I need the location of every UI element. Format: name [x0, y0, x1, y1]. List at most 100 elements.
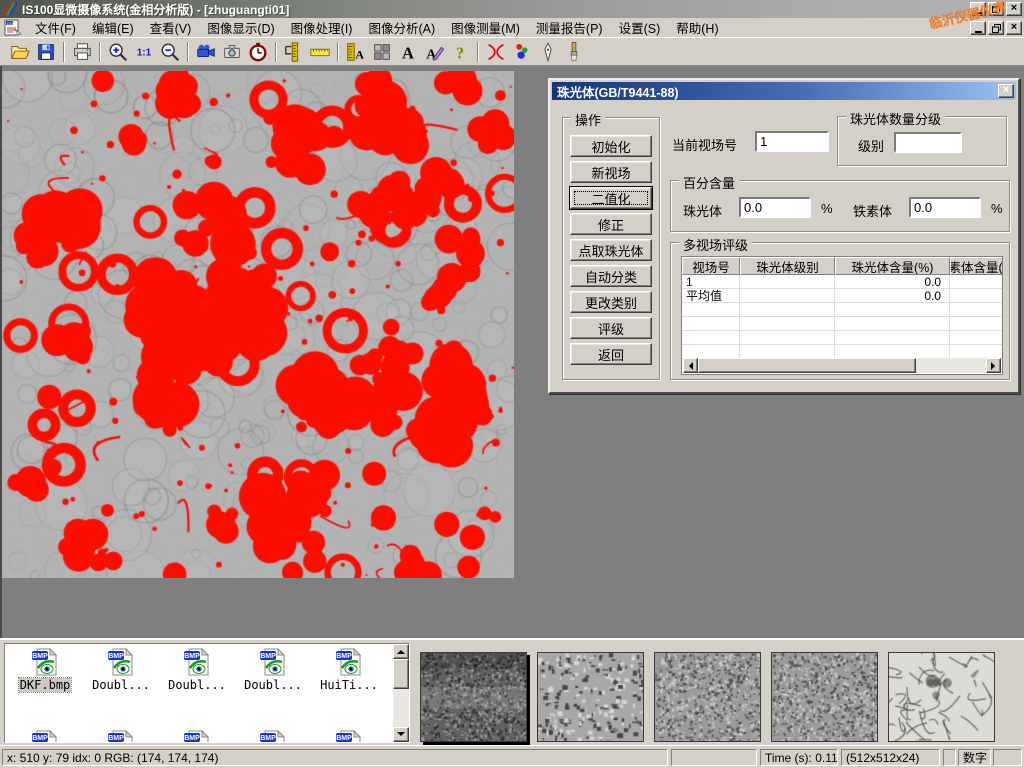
video-button[interactable]: [193, 40, 219, 64]
table-row-0[interactable]: 10.0: [682, 275, 1002, 289]
scroll-up-button[interactable]: [393, 644, 409, 659]
ruler-button[interactable]: [307, 40, 333, 64]
menu-item-measure-report[interactable]: 测量报告(P): [528, 15, 611, 40]
pen-button[interactable]: [535, 40, 561, 64]
file-item-row2[interactable]: BMP: [9, 729, 81, 743]
table-cell: [835, 303, 950, 317]
specimen-thumbnail-1[interactable]: [420, 652, 527, 742]
dialog-close-button[interactable]: ×: [998, 84, 1014, 98]
mdi-minimize-button[interactable]: [970, 21, 986, 35]
table-cell: [950, 317, 1003, 331]
print-button[interactable]: [69, 40, 95, 64]
menu-item-image-analysis[interactable]: 图像分析(A): [360, 15, 443, 40]
grade-level-input[interactable]: [894, 132, 962, 153]
actual-size-button[interactable]: 1:1: [131, 40, 157, 64]
pearlite-percent-input[interactable]: [739, 197, 811, 218]
table-hscrollbar[interactable]: [683, 358, 1001, 373]
file-item-row2[interactable]: BMP: [313, 729, 385, 743]
mdi-close-button[interactable]: ×: [1006, 21, 1022, 35]
menu-item-image-display[interactable]: 图像显示(D): [199, 15, 282, 40]
menu-item-view[interactable]: 查看(V): [142, 15, 200, 40]
menu-item-help[interactable]: 帮助(H): [668, 15, 726, 40]
pearlite-percent-unit: %: [821, 201, 833, 216]
correct-button[interactable]: 修正: [570, 213, 652, 235]
column-header-3[interactable]: 铁素体含量(%): [950, 257, 1003, 275]
menu-item-settings[interactable]: 设置(S): [611, 15, 669, 40]
specimen-thumbnail-3[interactable]: [654, 652, 761, 742]
hscroll-thumb[interactable]: [698, 358, 916, 373]
scroll-right-button[interactable]: [986, 358, 1001, 373]
grid-button[interactable]: [369, 40, 395, 64]
close-button[interactable]: ×: [1006, 2, 1022, 16]
caliper-button[interactable]: [281, 40, 307, 64]
binarize-button[interactable]: 二值化: [570, 187, 652, 209]
menu-item-image-processing[interactable]: 图像处理(I): [283, 15, 361, 40]
grade-level-label: 级别: [858, 136, 884, 155]
zoom-out-button[interactable]: [157, 40, 183, 64]
micrograph-binarized-image[interactable]: [2, 71, 514, 578]
ferrite-percent-input[interactable]: [909, 197, 981, 218]
table-row-1[interactable]: 平均值0.0: [682, 289, 1002, 303]
file-item-DKF.bmp[interactable]: BMPDKF.bmp: [9, 647, 81, 692]
return-button[interactable]: 返回: [570, 343, 652, 365]
mdi-restore-button[interactable]: [988, 21, 1004, 35]
file-item-row2[interactable]: BMP: [237, 729, 309, 743]
scroll-down-button[interactable]: [393, 727, 409, 742]
menu-item-edit[interactable]: 编辑(E): [84, 15, 142, 40]
table-row-3[interactable]: [682, 317, 1002, 331]
capture-button[interactable]: [219, 40, 245, 64]
current-field-input[interactable]: [755, 131, 829, 152]
specimen-thumbnail-2[interactable]: [537, 652, 644, 742]
menu-item-image-measure[interactable]: 图像测量(M): [443, 15, 528, 40]
file-item-row2[interactable]: BMP: [85, 729, 157, 743]
measure-text-button[interactable]: A: [343, 40, 369, 64]
ferrite-percent-unit: %: [991, 201, 1003, 216]
curve-button[interactable]: [483, 40, 509, 64]
specimen-thumbnail-5[interactable]: [888, 652, 995, 742]
annotate-button[interactable]: A: [421, 40, 447, 64]
text-button[interactable]: A: [395, 40, 421, 64]
table-row-2[interactable]: [682, 303, 1002, 317]
mdi-minimize-icon: [975, 31, 982, 33]
file-item-row2[interactable]: BMP: [161, 729, 233, 743]
auto-class-button[interactable]: 自动分类: [570, 265, 652, 287]
save-button[interactable]: [33, 40, 59, 64]
zoom-in-button[interactable]: [105, 40, 131, 64]
change-class-button[interactable]: 更改类别: [570, 291, 652, 313]
specimen-thumbnail-4[interactable]: [771, 652, 878, 742]
dialog-title-bar[interactable]: 珠光体(GB/T9441-88) ×: [552, 82, 1016, 100]
table-cell: [682, 317, 740, 331]
grade-button[interactable]: 评级: [570, 317, 652, 339]
help-button[interactable]: ?: [447, 40, 473, 64]
file-item-Doubl...[interactable]: BMPDoubl...: [237, 647, 309, 692]
maximize-button[interactable]: [988, 2, 1004, 16]
bmp-file-icon: BMP: [237, 647, 309, 677]
pick-pearlite-button[interactable]: 点取珠光体: [570, 239, 652, 261]
minimize-button[interactable]: [970, 2, 986, 16]
vscroll-thumb[interactable]: [393, 659, 409, 689]
file-item-Doubl...[interactable]: BMPDoubl...: [85, 647, 157, 692]
scroll-left-button[interactable]: [683, 358, 698, 373]
open-button[interactable]: [7, 40, 33, 64]
column-header-0[interactable]: 视场号: [682, 257, 740, 275]
count-grading-group-label: 珠光体数量分级: [846, 109, 945, 128]
file-item-Doubl...[interactable]: BMPDoubl...: [161, 647, 233, 692]
column-header-1[interactable]: 珠光体级别: [740, 257, 835, 275]
new-field-button[interactable]: 新视场: [570, 161, 652, 183]
file-item-HuiTi...[interactable]: BMPHuiTi...: [313, 647, 385, 692]
particles-button[interactable]: [509, 40, 535, 64]
multi-field-table[interactable]: 视场号珠光体级别珠光体含量(%)铁素体含量(%) 10.0平均值0.0: [681, 256, 1003, 375]
file-list[interactable]: BMPDKF.bmpBMPDoubl...BMPDoubl...BMPDoubl…: [4, 643, 410, 743]
dialog-close-icon: ×: [1003, 85, 1009, 95]
filelist-vscrollbar[interactable]: [393, 644, 409, 742]
status-panel-4: [943, 749, 956, 766]
init-button[interactable]: 初始化: [570, 135, 652, 157]
menu-item-file[interactable]: 文件(F): [27, 15, 84, 40]
brush-button[interactable]: [561, 40, 587, 64]
timer-button[interactable]: [245, 40, 271, 64]
multi-field-group: 多视场评级 视场号珠光体级别珠光体含量(%)铁素体含量(%) 10.0平均值0.…: [670, 242, 1010, 380]
table-row-5[interactable]: [682, 345, 1002, 359]
mdi-workspace: 珠光体(GB/T9441-88) × 操作 初始化新视场二值化修正点取珠光体自动…: [0, 66, 1024, 638]
table-row-4[interactable]: [682, 331, 1002, 345]
column-header-2[interactable]: 珠光体含量(%): [835, 257, 950, 275]
